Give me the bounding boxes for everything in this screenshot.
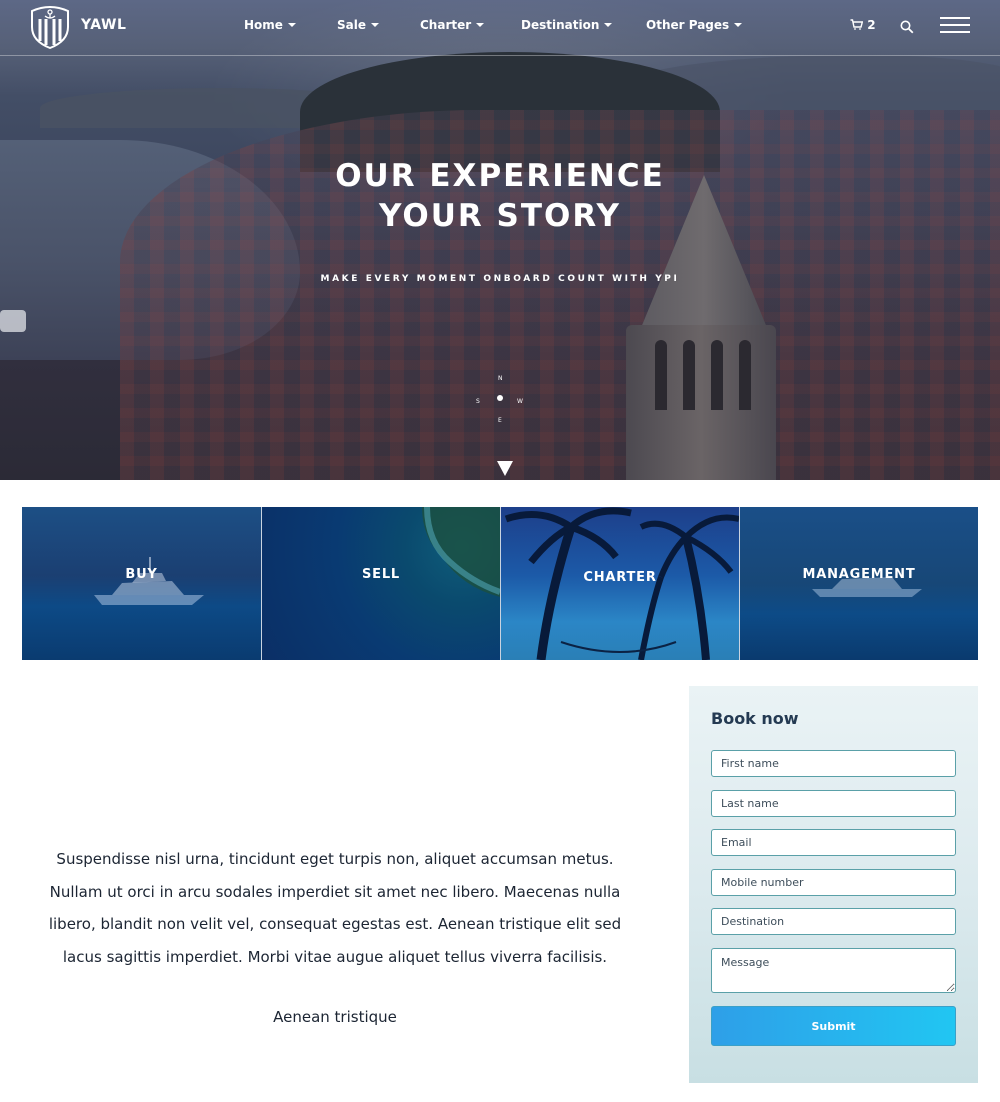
tile-management[interactable]: MANAGEMENT xyxy=(740,507,978,660)
last-name-field[interactable] xyxy=(711,790,956,817)
hero-boat xyxy=(0,310,26,332)
chevron-down-icon xyxy=(604,23,613,27)
nav-item-other-pages[interactable]: Other Pages xyxy=(646,18,743,32)
site-header: YAWL Home Sale Charter Destination Other… xyxy=(0,0,1000,56)
tile-buy[interactable]: BUY xyxy=(22,507,261,660)
booking-form: Book now Submit xyxy=(689,686,978,1083)
search-icon[interactable] xyxy=(900,20,914,34)
cart-count: 2 xyxy=(867,18,876,32)
first-name-field[interactable] xyxy=(711,750,956,777)
hero-tower-body xyxy=(626,325,776,480)
hero-tower-arch xyxy=(739,340,751,410)
submit-button[interactable]: Submit xyxy=(711,1006,956,1046)
tile-label: MANAGEMENT xyxy=(802,567,916,582)
chevron-down-icon xyxy=(287,23,296,27)
mobile-number-field[interactable] xyxy=(711,869,956,896)
booking-title: Book now xyxy=(711,709,799,728)
nav-item-label: Home xyxy=(244,18,283,32)
compass-e: E xyxy=(498,417,502,424)
hero-title-line1: OUR EXPERIENCE xyxy=(335,158,665,194)
nav-item-label: Destination xyxy=(521,18,600,32)
message-field[interactable] xyxy=(711,948,956,993)
service-tiles: BUY SELL CHARTER MANAGEMENT xyxy=(22,507,978,660)
nav-item-sale[interactable]: Sale xyxy=(337,18,379,32)
hero-subtitle: MAKE EVERY MOMENT ONBOARD COUNT WITH YPI xyxy=(320,274,680,284)
destination-field[interactable] xyxy=(711,908,956,935)
chevron-down-icon xyxy=(734,23,743,27)
nav-item-home[interactable]: Home xyxy=(244,18,296,32)
intro-paragraph-tail: Aenean tristique xyxy=(273,1008,397,1026)
tile-label: SELL xyxy=(361,567,400,582)
email-field[interactable] xyxy=(711,829,956,856)
tile-sell[interactable]: SELL xyxy=(262,507,500,660)
nav-item-label: Charter xyxy=(420,18,472,32)
chevron-down-icon xyxy=(371,23,379,27)
compass-w: W xyxy=(517,398,523,405)
cart-icon xyxy=(850,19,864,30)
compass-s: S xyxy=(476,398,480,405)
compass-n: N xyxy=(498,375,503,382)
nav-item-label: Sale xyxy=(337,18,366,32)
compass-icon: N W E S xyxy=(476,375,523,424)
hero-title: OUR EXPERIENCE YOUR STORY xyxy=(0,156,1000,236)
island-icon xyxy=(422,507,500,597)
tile-label: BUY xyxy=(125,567,158,582)
chevron-down-icon xyxy=(476,23,485,27)
hero-section: YAWL Home Sale Charter Destination Other… xyxy=(0,0,1000,480)
nav-item-charter[interactable]: Charter xyxy=(420,18,485,32)
tile-charter[interactable]: CHARTER xyxy=(501,507,739,660)
hero-tower-arch xyxy=(683,340,695,410)
hero-tower-arch xyxy=(711,340,723,410)
cart-button[interactable]: 2 xyxy=(850,18,876,32)
hero-title-line2: YOUR STORY xyxy=(379,198,621,234)
scroll-down-arrow-icon[interactable] xyxy=(496,459,514,477)
intro-paragraph: Suspendisse nisl urna, tincidunt eget tu… xyxy=(48,850,622,966)
tile-label: CHARTER xyxy=(583,570,657,585)
nav-item-label: Other Pages xyxy=(646,18,730,32)
nav-item-destination[interactable]: Destination xyxy=(521,18,613,32)
hero-tower-arch xyxy=(655,340,667,410)
hamburger-menu-icon[interactable] xyxy=(940,16,970,34)
